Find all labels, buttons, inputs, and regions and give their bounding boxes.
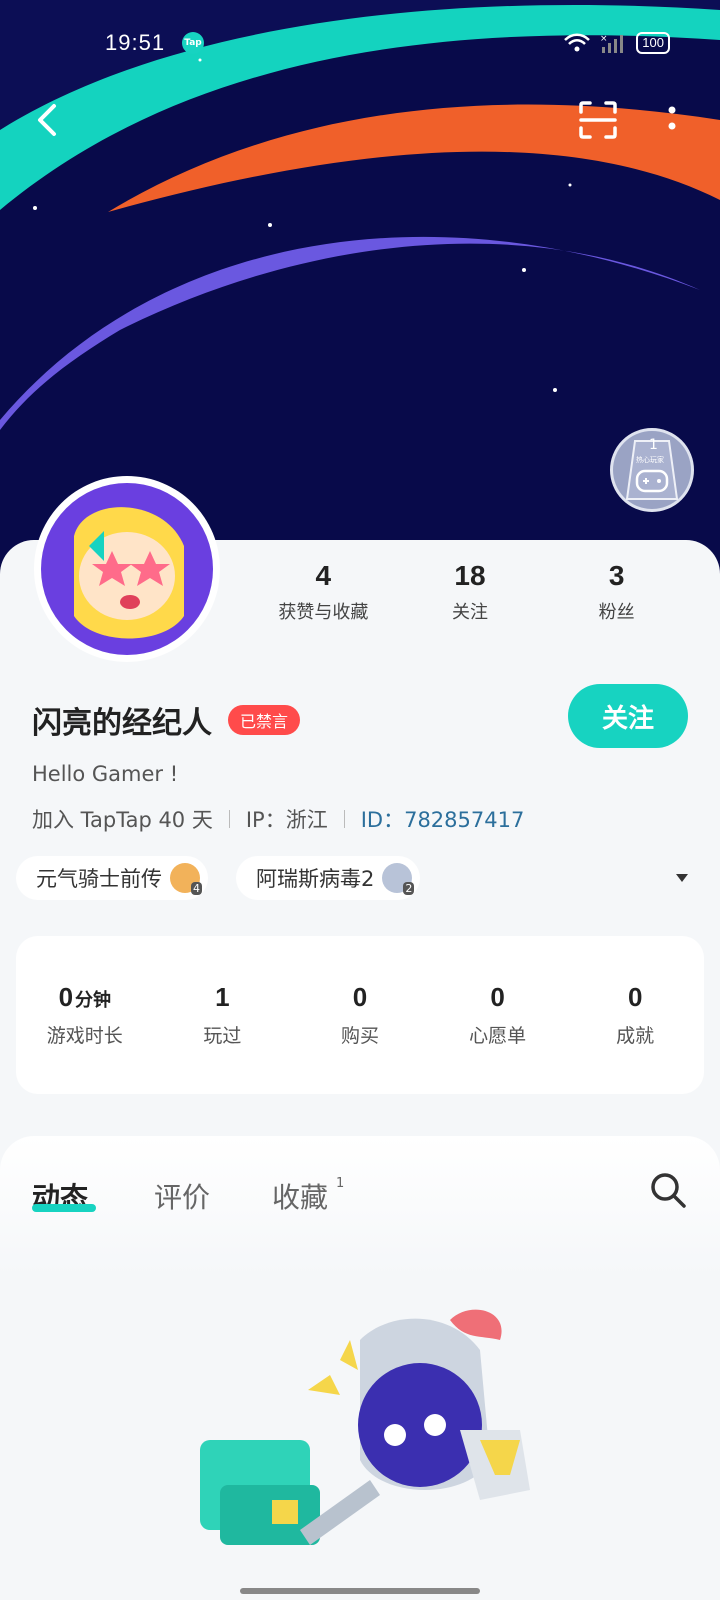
game-level-icon: 4 xyxy=(170,863,202,895)
follow-button[interactable]: 关注 xyxy=(568,684,688,748)
stat-play-time[interactable]: 0 分钟 游戏时长 xyxy=(16,982,154,1048)
stat-value: 0 xyxy=(490,982,505,1012)
stat-label: 获赞与收藏 xyxy=(278,602,369,623)
stat-wishlist[interactable]: 0 心愿单 xyxy=(429,982,567,1048)
badge-count: 1 xyxy=(649,437,658,453)
game-level: 4 xyxy=(191,882,202,895)
empty-state-illustration xyxy=(200,1309,530,1545)
svg-text:×: × xyxy=(600,34,608,44)
game-level-icon: 2 xyxy=(382,863,415,895)
stat-label: 心愿单 xyxy=(469,1025,527,1047)
tab-label: 评价 xyxy=(154,1181,211,1214)
stat-value: 4 xyxy=(315,560,332,591)
taptap-app-icon: Tap xyxy=(182,32,204,54)
search-icon[interactable] xyxy=(648,1170,688,1210)
stat-label: 玩过 xyxy=(203,1025,242,1047)
tab-label: 收藏 xyxy=(272,1181,329,1214)
achievement-badge[interactable]: 1 热心玩家 xyxy=(610,428,694,512)
stat-value: 18 xyxy=(454,560,486,591)
wifi-icon xyxy=(564,33,591,52)
status-icons: × 100 xyxy=(564,32,670,54)
profile-bio: Hello Gamer ! xyxy=(32,762,179,786)
battery-indicator: 100 xyxy=(636,32,670,54)
stat-purchased[interactable]: 0 购买 xyxy=(291,982,429,1048)
stat-following[interactable]: 18 关注 xyxy=(397,560,544,630)
divider xyxy=(228,810,230,828)
game-chip-label: 阿瑞斯病毒2 xyxy=(256,867,375,891)
stat-value: 0 xyxy=(627,982,643,1012)
signal-icon: × xyxy=(600,34,624,53)
game-chip[interactable]: 元气骑士前传 4 xyxy=(16,856,208,900)
game-stats-card: 0 分钟 游戏时长 1 玩过 0 购买 0 心愿单 0 成就 xyxy=(16,936,704,1094)
tab-reviews[interactable]: 评价 xyxy=(154,1176,210,1216)
divider xyxy=(343,810,345,828)
stat-unit: 分钟 xyxy=(75,990,112,1010)
home-indicator xyxy=(240,1588,480,1594)
stat-value: 0 xyxy=(58,982,74,1012)
profile-name: 闪亮的经纪人 xyxy=(32,706,212,741)
ip-location: IP：浙江 xyxy=(245,808,328,832)
active-tab-indicator xyxy=(32,1204,96,1212)
stat-label: 成就 xyxy=(616,1025,655,1047)
game-level: 2 xyxy=(403,882,415,895)
stat-value: 1 xyxy=(215,982,230,1012)
badge-text: 热心玩家 xyxy=(636,456,664,464)
game-chips: 元气骑士前传 4 阿瑞斯病毒2 2 xyxy=(16,856,720,900)
joined-days: 加入 TapTap 40 天 xyxy=(32,808,213,832)
top-nav xyxy=(0,96,720,144)
name-row: 闪亮的经纪人 已禁言 xyxy=(32,698,301,742)
stat-followers[interactable]: 3 粉丝 xyxy=(543,560,690,630)
tab-favorites[interactable]: 收藏 1 xyxy=(272,1176,344,1216)
stat-label: 关注 xyxy=(452,602,488,623)
profile-meta: 加入 TapTap 40 天 IP：浙江 ID：782857417 xyxy=(32,804,524,834)
stat-value: 0 xyxy=(352,982,368,1012)
chevron-down-icon[interactable] xyxy=(676,874,688,882)
stat-likes[interactable]: 4 获赞与收藏 xyxy=(250,560,397,630)
scan-icon[interactable] xyxy=(578,100,618,140)
profile-stats: 4 获赞与收藏 18 关注 3 粉丝 xyxy=(250,560,690,630)
game-chip[interactable]: 阿瑞斯病毒2 2 xyxy=(236,856,421,900)
user-id[interactable]: ID：782857417 xyxy=(361,804,525,834)
avatar-image xyxy=(41,483,213,655)
status-time: 19:51 xyxy=(105,30,166,55)
avatar[interactable] xyxy=(34,476,220,662)
more-vertical-icon[interactable] xyxy=(660,100,684,140)
stat-achievements[interactable]: 0 成就 xyxy=(566,982,704,1048)
stat-label: 购买 xyxy=(340,1025,379,1047)
stat-value: 3 xyxy=(608,560,625,591)
game-chip-label: 元气骑士前传 xyxy=(36,867,162,891)
status-badge: 已禁言 xyxy=(228,705,301,735)
stat-label: 游戏时长 xyxy=(46,1025,123,1047)
back-icon[interactable] xyxy=(30,100,70,140)
tab-count: 1 xyxy=(336,1176,345,1191)
stat-label: 粉丝 xyxy=(598,602,635,623)
status-bar: 19:51 Tap × 100 xyxy=(0,28,720,60)
stat-played[interactable]: 1 玩过 xyxy=(154,982,292,1048)
